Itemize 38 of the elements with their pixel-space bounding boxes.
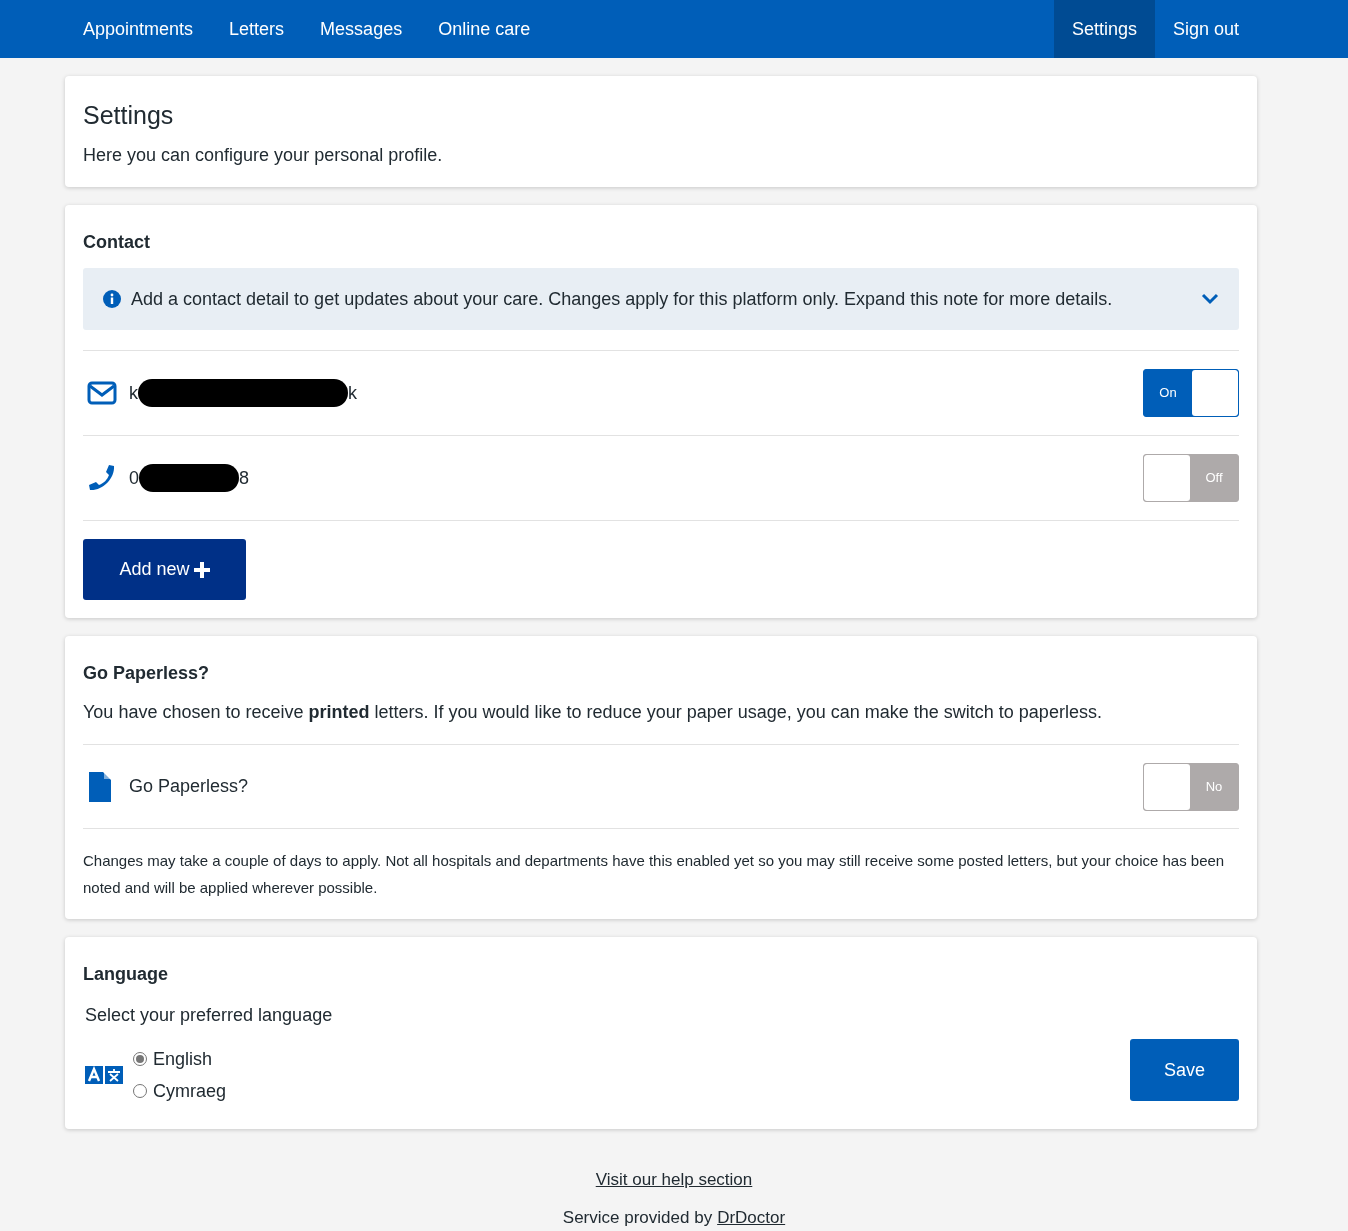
language-option[interactable]: English — [133, 1047, 1130, 1071]
contact-value-end: 8 — [239, 466, 251, 490]
save-button[interactable]: Save — [1130, 1039, 1239, 1101]
nav-link[interactable]: Letters — [211, 0, 303, 58]
provider-link[interactable]: DrDoctor — [717, 1204, 786, 1230]
section-title: Go Paperless? — [83, 662, 211, 685]
nav-link[interactable]: Appointments — [65, 0, 212, 58]
translate-icon — [85, 1066, 123, 1084]
envelope-icon — [87, 381, 117, 405]
toggle-switch[interactable]: On — [1143, 369, 1239, 417]
page-description: Here you can configure your personal profile. — [83, 144, 444, 167]
plus-icon — [193, 561, 210, 578]
nav-link[interactable]: Settings — [1053, 0, 1155, 58]
note-text: Add a contact detail to get updates about your care. Changes apply for this platform only. Expand this note for more details. — [131, 287, 1114, 311]
paperless-label: Go Paperless? — [129, 775, 250, 798]
contact-value-end: k — [348, 381, 358, 405]
chevron-icon — [1201, 293, 1219, 305]
nav-link[interactable]: Messages — [302, 0, 421, 58]
nav-link[interactable]: Sign out — [1154, 0, 1257, 58]
language-option[interactable]: Cymraeg — [133, 1079, 1130, 1103]
nav-link[interactable]: Online care — [420, 0, 549, 58]
paperless-footnote: Changes may take a couple of days to apply. Not all hospitals and departments have this enabled yet so you may still receive some posted letters, but your choice has been noted and will be applied wherever possible. — [83, 851, 1226, 898]
help-link[interactable]: Visit our help section — [595, 1167, 753, 1193]
info-note[interactable]: Add a contact detail to get updates about your care. Changes apply for this platform only. Expand this note for more details. — [83, 268, 1239, 330]
section-title: Contact — [83, 231, 151, 254]
paperless-description: You have chosen to receive printed letters. If you would like to reduce your paper usage, you can make the switch to paperless. — [83, 701, 1103, 724]
provider-text: Service provided by — [562, 1206, 713, 1229]
contact-value-start: 0 — [129, 466, 139, 490]
language-prompt: Select your preferred language — [85, 1004, 334, 1027]
radio-button[interactable] — [133, 1052, 147, 1066]
add-new-button[interactable]: Add new — [83, 539, 246, 600]
page-title: Settings — [83, 100, 175, 130]
section-title: Language — [83, 963, 169, 986]
info-icon — [103, 290, 121, 308]
contact-value-start: k — [129, 381, 138, 405]
radio-button[interactable] — [133, 1084, 147, 1098]
phone-icon — [87, 463, 117, 493]
document-icon — [89, 771, 111, 802]
